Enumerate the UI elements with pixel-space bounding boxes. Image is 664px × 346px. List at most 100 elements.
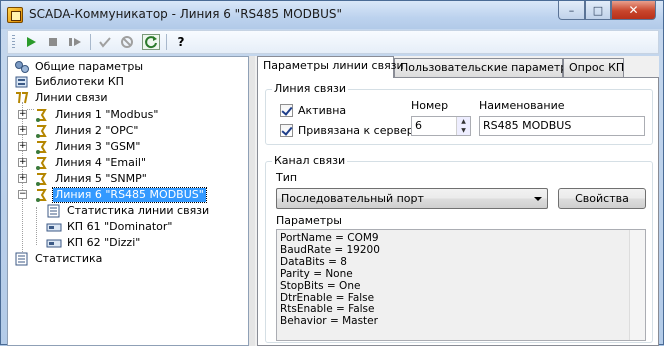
active-checkbox[interactable]: Активна: [280, 104, 346, 117]
tree-item-label: Линии связи: [35, 90, 108, 104]
channel-group: Канал связи Тип Последовательный порт Св…: [265, 154, 653, 343]
type-select-value: Последовательный порт: [281, 192, 424, 205]
tree-item-label: Статистика: [35, 251, 103, 265]
type-select[interactable]: Последовательный порт: [276, 188, 548, 209]
help-icon: ?: [177, 35, 185, 49]
tree-item-lines[interactable]: Линии связи: [14, 90, 110, 105]
bound-to-server-checkbox[interactable]: Привязана к серверу: [280, 124, 420, 137]
tree-item-device-61[interactable]: КП 61 "Dominator": [46, 219, 174, 234]
toolbar-separator: [166, 34, 167, 50]
tree-item-label: Библиотеки КП: [35, 74, 124, 88]
tab-device-polling[interactable]: Опрос КП: [563, 58, 624, 77]
tree-expander[interactable]: +: [18, 142, 27, 151]
start-button[interactable]: [22, 34, 40, 50]
toolbar-separator: [90, 34, 91, 50]
splitter[interactable]: [249, 56, 255, 346]
number-spinner[interactable]: 6 ▲ ▼: [411, 116, 471, 136]
refresh-button[interactable]: [142, 34, 160, 50]
line-icon: [36, 108, 47, 122]
tab-page: Линия связи Активна Привязана к серверу …: [257, 77, 659, 346]
tree-item-label: КП 62 "Dizzi": [67, 235, 141, 249]
name-label: Наименование: [479, 99, 565, 112]
type-label: Тип: [276, 171, 298, 184]
close-button[interactable]: ✕: [611, 1, 656, 20]
line-icon: [36, 140, 47, 154]
start-icon: [27, 37, 36, 47]
tab-line-parameters[interactable]: Параметры линии связи: [257, 56, 404, 78]
params-textbox[interactable]: PortName = COM9 BaudRate = 19200 DataBit…: [276, 229, 646, 341]
stop-icon: [49, 38, 57, 46]
toolbar-grip[interactable]: [12, 35, 15, 49]
param-line: StopBits = One: [280, 279, 361, 292]
tree-expander[interactable]: +: [18, 110, 27, 119]
tree-expander[interactable]: +: [18, 174, 27, 183]
tree-item-general-settings[interactable]: Общие параметры: [14, 59, 145, 74]
tree-item-line-statistics[interactable]: Статистика линии связи: [46, 203, 211, 218]
device-icon: [46, 239, 62, 247]
tree-item-line-2[interactable]: Линия 2 "OPC": [34, 123, 140, 138]
bound-checkbox-label: Привязана к серверу: [298, 124, 421, 137]
param-line: Behavior = Master: [280, 315, 378, 328]
number-label: Номер: [411, 99, 449, 112]
settings-panel: Параметры линии связи Пользовательские п…: [257, 56, 659, 346]
tree-item-label: Линия 1 "Modbus": [55, 107, 159, 121]
tree-item-label: Линия 3 "GSM": [55, 139, 141, 153]
line-icon: [36, 188, 47, 202]
cancel-button[interactable]: [118, 34, 136, 50]
tree-line: [36, 207, 37, 245]
tree-expander[interactable]: +: [18, 126, 27, 135]
number-value: 6: [415, 119, 422, 132]
app-icon: [7, 7, 23, 23]
tab-strip: Параметры линии связи Пользовательские п…: [257, 56, 659, 78]
line-icon: [36, 172, 47, 186]
tree-item-label: Линия 4 "Email": [55, 155, 147, 169]
device-icon: [46, 223, 62, 231]
tree-item-statistics[interactable]: Статистика: [14, 251, 104, 266]
minimize-button[interactable]: –: [558, 1, 585, 20]
param-line: DataBits = 8: [280, 255, 347, 268]
properties-button[interactable]: Свойства: [558, 188, 646, 209]
tree-item-label: Линия 5 "SNMP": [55, 171, 147, 185]
params-label: Параметры: [276, 214, 342, 227]
maximize-button[interactable]: □: [585, 1, 611, 20]
apply-button[interactable]: [96, 34, 114, 50]
params-scrollbar[interactable]: [629, 230, 645, 340]
refresh-icon: [145, 36, 157, 49]
tree-expander[interactable]: +: [18, 158, 27, 167]
tree-item-label: Статистика линии связи: [67, 203, 210, 217]
title-bar[interactable]: SCADA-Коммуникатор - Линия 6 "RS485 MODB…: [1, 1, 663, 29]
apply-icon: [99, 37, 111, 48]
help-button[interactable]: ?: [172, 34, 190, 50]
channel-group-title: Канал связи: [272, 154, 348, 167]
main-window: SCADA-Коммуникатор - Линия 6 "RS485 MODB…: [0, 0, 664, 346]
tree-item-line-6[interactable]: Линия 6 "RS485 MODBUS": [34, 186, 207, 203]
tree-item-device-62[interactable]: КП 62 "Dizzi": [46, 235, 142, 250]
tree-item-line-1[interactable]: Линия 1 "Modbus": [34, 107, 160, 122]
tree-item-line-4[interactable]: Линия 4 "Email": [34, 155, 148, 170]
tree-item-label: КП 61 "Dominator": [67, 219, 173, 233]
restart-button[interactable]: [66, 34, 84, 50]
tab-user-parameters[interactable]: Пользовательские параметры: [394, 58, 576, 77]
lines-icon: [16, 91, 29, 103]
name-input[interactable]: RS485 MODBUS: [479, 116, 645, 136]
tree-item-line-3[interactable]: Линия 3 "GSM": [34, 139, 143, 154]
line-icon: [36, 156, 47, 170]
tree-item-libraries[interactable]: Библиотеки КП: [14, 74, 126, 89]
tree-collapser[interactable]: −: [18, 190, 27, 199]
spin-up-icon[interactable]: ▲: [457, 117, 470, 126]
line-group: Линия связи Активна Привязана к серверу …: [265, 82, 653, 145]
line-icon: [36, 124, 47, 138]
settings-icon: [15, 60, 29, 73]
navigation-tree[interactable]: Общие параметры Библиотеки КП Линии связ…: [7, 56, 249, 346]
window-title: SCADA-Коммуникатор - Линия 6 "RS485 MODB…: [29, 7, 343, 21]
tree-item-line-5[interactable]: Линия 5 "SNMP": [34, 171, 149, 186]
active-checkbox-label: Активна: [298, 104, 347, 117]
toolbar: ?: [7, 30, 659, 54]
line-group-title: Линия связи: [272, 82, 349, 95]
param-line: Parity = None: [280, 267, 353, 280]
tree-item-label: Линия 2 "OPC": [55, 123, 139, 137]
cancel-icon: [121, 36, 133, 48]
spin-down-icon[interactable]: ▼: [457, 126, 470, 135]
spin-buttons[interactable]: ▲ ▼: [456, 117, 470, 135]
stop-button[interactable]: [44, 34, 62, 50]
